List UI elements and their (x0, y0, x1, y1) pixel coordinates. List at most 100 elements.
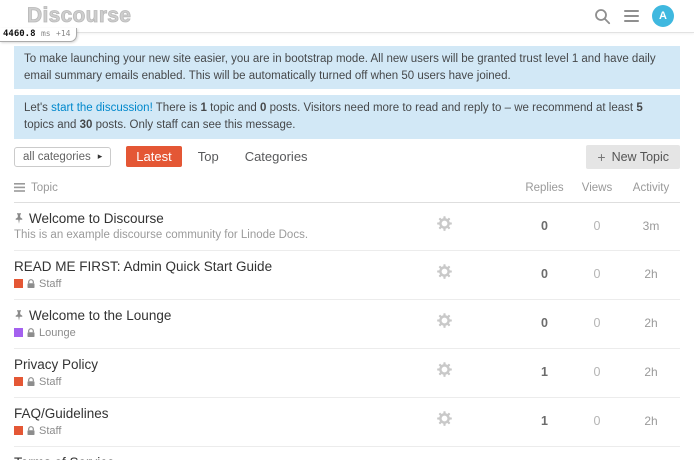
views-count: 0 (572, 267, 622, 281)
category-dropdown[interactable]: all categories ▸ (14, 147, 111, 167)
header-activity[interactable]: Activity (622, 182, 680, 194)
tab-categories[interactable]: Categories (235, 146, 318, 167)
gear-icon (437, 411, 452, 426)
banner-text: posts. Visitors need more to read and re… (266, 102, 636, 114)
category-badge[interactable]: Staff (14, 376, 437, 388)
replies-count: 0 (517, 219, 572, 233)
lock-icon (27, 426, 35, 436)
banner-text: posts. Only staff can see this message. (92, 119, 295, 131)
topic-gear-button[interactable] (437, 362, 452, 377)
topic-row: FAQ/Guidelines Staff 102h (14, 398, 680, 447)
logo-text: Discourse (27, 4, 131, 28)
topic-title-line: READ ME FIRST: Admin Quick Start Guide (14, 259, 437, 274)
top-header: Discourse A (0, 0, 694, 33)
topic-list: Welcome to DiscourseThis is an example d… (14, 203, 680, 460)
lock-icon (27, 279, 35, 289)
activity-time[interactable]: 2h (622, 365, 680, 379)
gear-icon (437, 216, 452, 231)
topic-row: Terms of ServiceStaff102h (14, 447, 680, 460)
replies-count: 1 (517, 414, 572, 428)
activity-time[interactable]: 3m (622, 219, 680, 233)
category-color-square (14, 377, 23, 386)
topic-title-line: Welcome to the Lounge (14, 308, 437, 323)
activity-time[interactable]: 2h (622, 316, 680, 330)
topic-gear-button[interactable] (437, 313, 452, 328)
category-name: Lounge (39, 327, 76, 339)
profiler-count: +14 (56, 29, 70, 38)
gear-icon (437, 362, 452, 377)
replies-count: 0 (517, 267, 572, 281)
replies-count: 0 (517, 316, 572, 330)
header-topic[interactable]: Topic (31, 182, 58, 194)
topic-cell: Welcome to the Lounge Lounge (14, 308, 437, 339)
pin-icon (14, 310, 24, 321)
topic-row: Welcome to the LoungeLounge002h (14, 300, 680, 349)
topic-title[interactable]: FAQ/Guidelines (14, 406, 109, 421)
topic-cell: Terms of ServiceStaff (14, 455, 437, 460)
category-badge[interactable]: Staff (14, 425, 437, 437)
topic-title[interactable]: Terms of Service (14, 455, 115, 460)
header-actions: A (594, 5, 674, 27)
header-views[interactable]: Views (572, 182, 622, 194)
discourse-logo[interactable]: Discourse (27, 4, 131, 28)
banner-text: Let's (24, 102, 51, 114)
category-color-square (14, 426, 23, 435)
topic-title[interactable]: Welcome to the Lounge (29, 308, 171, 323)
topic-title-line: Privacy Policy (14, 357, 437, 372)
start-discussion-banner: Let's start the discussion! There is 1 t… (14, 95, 680, 138)
category-badge[interactable]: Lounge (14, 327, 437, 339)
profiler-badge[interactable]: 4460.8 ms +14 (0, 28, 77, 42)
views-count: 0 (572, 365, 622, 379)
topic-cell: Privacy Policy Staff (14, 357, 437, 388)
category-dropdown-label: all categories (23, 151, 91, 163)
main-content: To make launching your new site easier, … (0, 46, 694, 460)
lock-icon (27, 377, 35, 387)
new-topic-label: New Topic (612, 150, 669, 164)
replies-count: 1 (517, 365, 572, 379)
activity-time[interactable]: 2h (622, 267, 680, 281)
topic-row: READ ME FIRST: Admin Quick Start Guide St… (14, 251, 680, 300)
category-name: Staff (39, 425, 61, 437)
views-count: 0 (572, 414, 622, 428)
avatar[interactable]: A (652, 5, 674, 27)
banner-text: There is (153, 102, 201, 114)
topic-title[interactable]: READ ME FIRST: Admin Quick Start Guide (14, 259, 272, 274)
topic-actions-cell (437, 362, 517, 382)
gear-icon (437, 313, 452, 328)
topic-gear-button[interactable] (437, 264, 452, 279)
topic-cell: Welcome to DiscourseThis is an example d… (14, 211, 437, 241)
tab-latest[interactable]: Latest (126, 146, 181, 167)
topic-actions-cell (437, 411, 517, 431)
views-count: 0 (572, 219, 622, 233)
menu-icon[interactable] (624, 10, 639, 22)
banner-bold-number: 30 (80, 119, 93, 131)
search-icon[interactable] (594, 8, 611, 25)
gear-icon (437, 264, 452, 279)
header-replies[interactable]: Replies (517, 182, 572, 194)
banner-text: topics and (24, 119, 80, 131)
topic-actions-cell (437, 313, 517, 333)
banner-text: topic and (207, 102, 260, 114)
topic-title-line: Terms of Service (14, 455, 437, 460)
pin-icon (14, 213, 24, 224)
topic-row: Welcome to DiscourseThis is an example d… (14, 203, 680, 251)
tab-top[interactable]: Top (188, 146, 229, 167)
topic-title-line: FAQ/Guidelines (14, 406, 437, 421)
topic-actions-cell (437, 216, 517, 236)
activity-time[interactable]: 2h (622, 414, 680, 428)
bootstrap-mode-banner: To make launching your new site easier, … (14, 46, 680, 89)
topic-title[interactable]: Welcome to Discourse (29, 211, 164, 226)
start-discussion-link[interactable]: start the discussion! (51, 102, 153, 114)
topic-cell: FAQ/Guidelines Staff (14, 406, 437, 437)
nav-tabs: Latest Top Categories (126, 146, 323, 167)
topic-actions-cell (437, 264, 517, 284)
topic-gear-button[interactable] (437, 411, 452, 426)
topic-list-header: Topic Replies Views Activity (14, 169, 680, 203)
lock-icon (27, 328, 35, 338)
category-color-square (14, 328, 23, 337)
topic-title[interactable]: Privacy Policy (14, 357, 98, 372)
category-badge[interactable]: Staff (14, 278, 437, 290)
topic-gear-button[interactable] (437, 216, 452, 231)
new-topic-button[interactable]: + New Topic (586, 145, 680, 169)
banner-bold-number: 5 (636, 102, 642, 114)
